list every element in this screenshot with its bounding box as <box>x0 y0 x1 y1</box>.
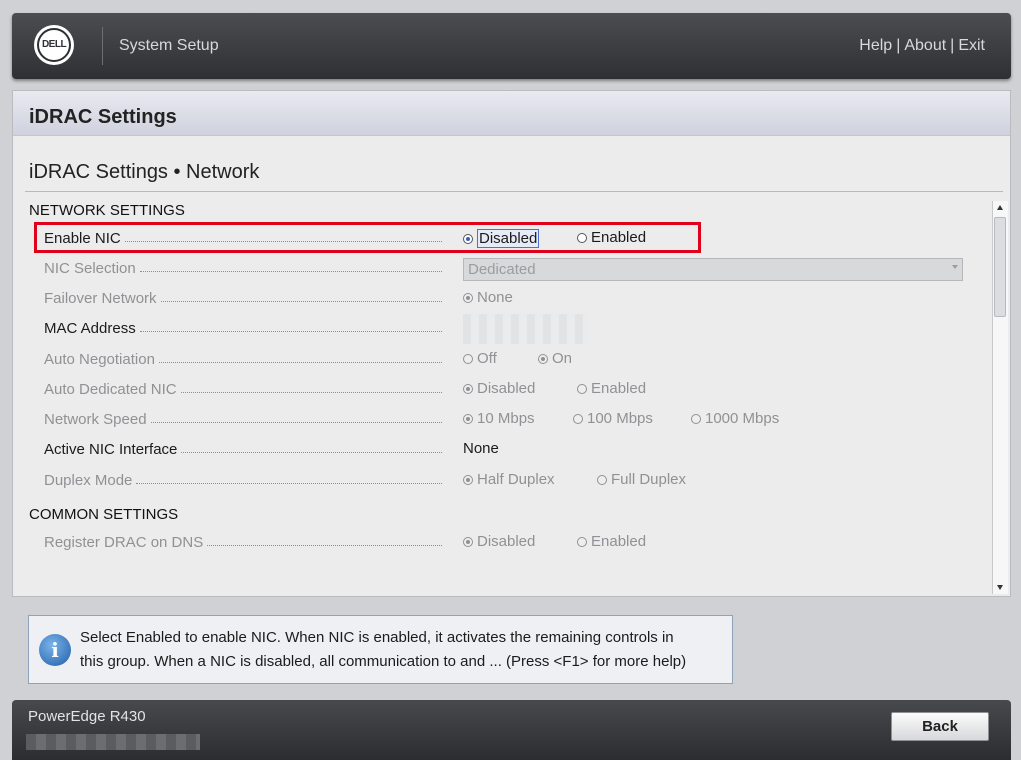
system-model: PowerEdge R430 <box>28 708 146 725</box>
radio-selected-icon <box>463 383 473 394</box>
radio-failover-none[interactable]: None <box>463 289 513 306</box>
section-common-settings: COMMON SETTINGS <box>29 506 179 523</box>
radio-register-dns-disabled[interactable]: Disabled <box>463 533 535 550</box>
help-link[interactable]: Help <box>859 37 892 54</box>
radio-selected-icon <box>463 474 473 485</box>
row-active-nic-interface: Active NIC Interface None <box>13 437 995 461</box>
radio-auto-dedicated-disabled[interactable]: Disabled <box>463 380 535 397</box>
info-icon: i <box>39 634 71 666</box>
radio-icon <box>597 474 607 485</box>
help-text: Select Enabled to enable NIC. When NIC i… <box>80 626 720 674</box>
row-label: Active NIC Interface <box>44 440 442 458</box>
scroll-down-icon[interactable] <box>997 585 1003 590</box>
highlight-box <box>34 222 701 253</box>
row-label: MAC Address <box>44 319 442 337</box>
radio-icon <box>577 536 587 547</box>
help-text-line-1: Select Enabled to enable NIC. When NIC i… <box>80 629 674 646</box>
radio-selected-icon <box>463 413 473 424</box>
chevron-down-icon <box>952 265 958 269</box>
radio-icon <box>463 353 473 364</box>
radio-icon <box>573 413 583 424</box>
row-label: NIC Selection <box>44 259 442 277</box>
radio-selected-icon <box>463 292 473 303</box>
back-button[interactable]: Back <box>891 712 989 741</box>
page-subtitle: iDRAC Settings • Network <box>29 161 260 183</box>
vertical-scrollbar[interactable] <box>992 201 1008 594</box>
help-info-box: i Select Enabled to enable NIC. When NIC… <box>28 615 733 684</box>
header-separator <box>102 27 103 65</box>
row-auto-negotiation: Auto Negotiation Off On <box>13 347 995 371</box>
scrollbar-thumb[interactable] <box>994 217 1006 317</box>
top-bar: DELL System Setup Help | About | Exit <box>12 13 1011 79</box>
logo-text: DELL <box>37 28 71 62</box>
row-label: Duplex Mode <box>44 471 442 489</box>
row-nic-selection: NIC Selection Dedicated <box>13 256 995 281</box>
radio-duplex-full[interactable]: Full Duplex <box>597 471 686 488</box>
row-mac-address: MAC Address <box>13 314 995 344</box>
radio-auto-negotiation-on[interactable]: On <box>538 350 572 367</box>
app-title: System Setup <box>119 37 219 54</box>
radio-speed-100[interactable]: 100 Mbps <box>573 410 653 427</box>
row-auto-dedicated-nic: Auto Dedicated NIC Disabled Enabled <box>13 377 995 401</box>
bottom-bar: PowerEdge R430 Back <box>12 700 1011 760</box>
link-divider: | <box>950 37 955 54</box>
radio-selected-icon <box>538 353 548 364</box>
row-label: Network Speed <box>44 410 442 428</box>
radio-icon <box>577 383 587 394</box>
radio-speed-10[interactable]: 10 Mbps <box>463 410 535 427</box>
radio-duplex-half[interactable]: Half Duplex <box>463 471 555 488</box>
section-network-settings: NETWORK SETTINGS <box>29 202 185 219</box>
scroll-up-icon[interactable] <box>997 205 1003 210</box>
row-duplex-mode: Duplex Mode Half Duplex Full Duplex <box>13 468 995 492</box>
row-label: Register DRAC on DNS <box>44 533 442 551</box>
radio-auto-negotiation-off[interactable]: Off <box>463 350 497 367</box>
row-register-drac-dns: Register DRAC on DNS Disabled Enabled <box>13 530 995 554</box>
row-label: Auto Negotiation <box>44 350 442 368</box>
row-network-speed: Network Speed 10 Mbps 100 Mbps 1000 Mbps <box>13 407 995 431</box>
row-failover-network: Failover Network None <box>13 286 995 310</box>
help-text-line-2: this group. When a NIC is disabled, all … <box>80 653 687 670</box>
radio-auto-dedicated-enabled[interactable]: Enabled <box>577 380 646 397</box>
header-links: Help | About | Exit <box>859 37 985 55</box>
page-title: iDRAC Settings <box>29 106 177 128</box>
service-tag-redacted <box>26 734 200 750</box>
radio-speed-1000[interactable]: 1000 Mbps <box>691 410 779 427</box>
link-divider: | <box>896 37 901 54</box>
radio-icon <box>691 413 701 424</box>
settings-panel: iDRAC Settings iDRAC Settings • Network … <box>12 90 1011 597</box>
about-link[interactable]: About <box>904 37 946 54</box>
row-label: Failover Network <box>44 289 442 307</box>
radio-register-dns-enabled[interactable]: Enabled <box>577 533 646 550</box>
panel-header: iDRAC Settings <box>13 91 1010 136</box>
row-label: Auto Dedicated NIC <box>44 380 442 398</box>
active-nic-value: None <box>463 440 499 457</box>
radio-selected-icon <box>463 536 473 547</box>
nic-selection-dropdown[interactable]: Dedicated <box>463 258 963 281</box>
exit-link[interactable]: Exit <box>958 37 985 54</box>
dell-logo-icon: DELL <box>34 25 74 65</box>
mac-address-redacted <box>463 314 589 344</box>
